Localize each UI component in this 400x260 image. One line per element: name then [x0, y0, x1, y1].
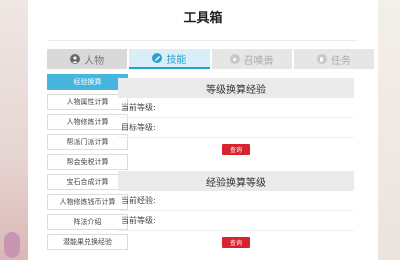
current-level-row: 当前等级: [118, 211, 354, 231]
content-area: 等级换算经验 当前等级: 目标等级: 查询 经验换算等级 当前经验: 当前等级: [118, 78, 354, 248]
sidebar-item-potential-exp[interactable]: 潜能果兑换经验 [47, 234, 128, 250]
tab-skills[interactable]: 技能 [129, 49, 210, 69]
current-exp-input[interactable] [156, 195, 354, 207]
sidebar: 经验换算 人物属性计算 人物修炼计算 帮派门派计算 帮会免税计算 宝石合成计算 … [47, 74, 128, 254]
current-level-label: 当前等级: [121, 216, 156, 225]
tab-label: 任务 [330, 55, 351, 67]
sidebar-item-cultivation-calc[interactable]: 人物修炼计算 [47, 114, 128, 130]
section-header: 等级换算经验 [118, 78, 354, 98]
current-level-label: 当前等级: [121, 103, 156, 112]
tab-bar: 人物 技能 召唤兽 任务 [47, 49, 374, 69]
section-exp-to-level: 经验换算等级 当前经验: 当前等级: 查询 [118, 171, 354, 248]
toolbox-panel: 工具箱 人物 技能 召唤兽 任务 经验换算 人物属性计算 人物修炼计算 帮派门派… [28, 0, 378, 260]
tab-label: 召唤兽 [243, 55, 274, 67]
sidebar-item-formation-intro[interactable]: 阵法介绍 [47, 214, 128, 230]
current-exp-label: 当前经验: [121, 196, 156, 205]
sidebar-item-tax-calc[interactable]: 帮会免税计算 [47, 154, 128, 170]
tab-summon[interactable]: 召唤兽 [211, 49, 292, 69]
sidebar-item-sect-calc[interactable]: 帮派门派计算 [47, 134, 128, 150]
target-level-input[interactable] [156, 122, 354, 134]
tab-person[interactable]: 人物 [47, 49, 128, 69]
tab-quest[interactable]: 任务 [293, 49, 374, 69]
query-button[interactable]: 查询 [222, 144, 250, 155]
current-level-input[interactable] [156, 102, 354, 114]
person-icon [70, 54, 81, 64]
current-level-input[interactable] [156, 215, 354, 227]
sidebar-item-cultivation-money[interactable]: 人物修炼钱币计算 [47, 194, 128, 210]
current-level-row: 当前等级: [118, 98, 354, 118]
page-title: 工具箱 [183, 11, 223, 26]
pencil-icon [152, 53, 163, 63]
sidebar-item-gem-calc[interactable]: 宝石合成计算 [47, 174, 128, 190]
title-divider [48, 40, 358, 41]
sidebar-item-attr-calc[interactable]: 人物属性计算 [47, 94, 128, 110]
section-level-to-exp: 等级换算经验 当前等级: 目标等级: 查询 [118, 78, 354, 155]
target-level-label: 目标等级: [121, 123, 156, 132]
current-exp-row: 当前经验: [118, 191, 354, 211]
summon-icon [229, 54, 240, 64]
query-button[interactable]: 查询 [222, 237, 250, 248]
tab-label: 技能 [166, 54, 187, 66]
quest-icon [316, 54, 327, 64]
target-level-row: 目标等级: [118, 118, 354, 138]
background-art-right [378, 0, 400, 260]
section-header: 经验换算等级 [118, 171, 354, 191]
tab-label: 人物 [84, 55, 105, 67]
sidebar-item-exp-convert[interactable]: 经验换算 [47, 74, 128, 90]
